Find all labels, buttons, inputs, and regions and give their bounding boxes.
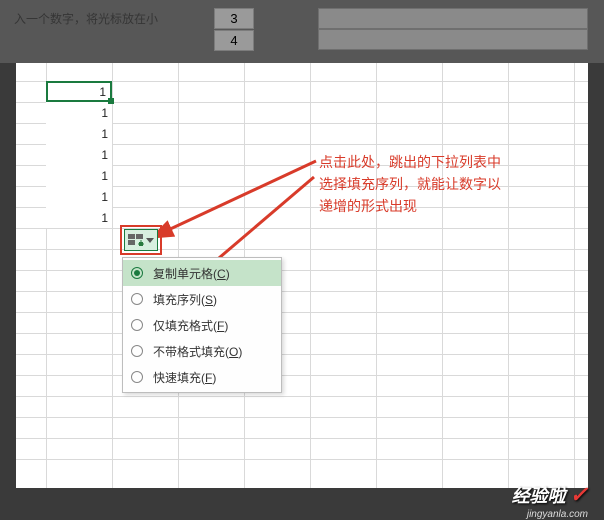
- gridline: [16, 270, 588, 271]
- cell-b5[interactable]: 1: [46, 165, 112, 186]
- cell-value: 1: [101, 211, 108, 225]
- menu-item-copy-cells[interactable]: 复制单元格(C): [123, 260, 281, 286]
- dropdown-arrow-icon: [146, 238, 154, 243]
- top-cell: [318, 29, 588, 50]
- autofill-options-button[interactable]: [124, 229, 158, 251]
- autofill-options-menu: 复制单元格(C) 填充序列(S) 仅填充格式(F) 不带格式填充(O) 快速填充…: [122, 257, 282, 393]
- menu-item-fill-format-only[interactable]: 仅填充格式(F): [123, 312, 281, 338]
- gridline: [574, 63, 575, 488]
- gridline: [112, 63, 113, 488]
- check-icon: ✓: [570, 482, 588, 508]
- radio-icon: [131, 319, 143, 331]
- cell-b2[interactable]: 1: [46, 102, 112, 123]
- gridline: [16, 396, 588, 397]
- cell-value: 1: [101, 148, 108, 162]
- gridline: [16, 291, 588, 292]
- menu-label: 填充序列(S): [153, 291, 217, 308]
- cell-value: 1: [99, 85, 106, 99]
- cell-b7[interactable]: 1: [46, 207, 112, 228]
- autofill-options-highlight: [120, 225, 162, 255]
- menu-label: 复制单元格(C): [153, 265, 230, 282]
- cell-b3[interactable]: 1: [46, 123, 112, 144]
- cell-value: 1: [101, 127, 108, 141]
- gridline: [16, 312, 588, 313]
- cell-b6[interactable]: 1: [46, 186, 112, 207]
- menu-item-flash-fill[interactable]: 快速填充(F): [123, 364, 281, 390]
- annotation-line3: 递增的形式出现: [319, 195, 501, 217]
- watermark-url: jingyanla.com: [527, 509, 588, 520]
- spreadsheet-area[interactable]: 1 1 1 1 1 1 1 复制单元格(C) 填充序列(S): [16, 63, 588, 488]
- cell-value: 1: [101, 190, 108, 204]
- menu-item-fill-without-format[interactable]: 不带格式填充(O): [123, 338, 281, 364]
- cell-value: 1: [101, 169, 108, 183]
- top-hint-text: 入一个数字，将光标放在小: [14, 12, 158, 26]
- row-header-4: 4: [214, 30, 254, 51]
- menu-item-fill-series[interactable]: 填充序列(S): [123, 286, 281, 312]
- menu-label: 仅填充格式(F): [153, 317, 228, 334]
- cell-b1-selected[interactable]: 1: [46, 81, 112, 102]
- radio-icon: [131, 293, 143, 305]
- top-cells-area: [318, 8, 588, 50]
- menu-label: 不带格式填充(O): [153, 343, 242, 360]
- radio-icon: [131, 345, 143, 357]
- gridline: [16, 354, 588, 355]
- gridline: [16, 228, 588, 229]
- menu-label: 快速填充(F): [153, 369, 216, 386]
- radio-icon: [131, 267, 143, 279]
- fill-handle-icon[interactable]: [108, 98, 114, 104]
- autofill-icon: [128, 234, 144, 246]
- cell-value: 1: [101, 106, 108, 120]
- gridline: [16, 333, 588, 334]
- watermark-brand: 经验啦 ✓: [512, 482, 588, 508]
- gridline: [16, 417, 588, 418]
- row-header-3: 3: [214, 8, 254, 29]
- gridline: [508, 63, 509, 488]
- annotation-line1: 点击此处，跳出的下拉列表中: [319, 151, 501, 173]
- watermark-text: 经验啦: [512, 482, 566, 508]
- gridline: [310, 63, 311, 488]
- gridline: [376, 63, 377, 488]
- gridline: [16, 249, 588, 250]
- top-cell: [318, 8, 588, 29]
- gridline: [16, 375, 588, 376]
- annotation-line2: 选择填充序列，就能让数字以: [319, 173, 501, 195]
- radio-icon: [131, 371, 143, 383]
- gridline: [16, 459, 588, 460]
- annotation-text: 点击此处，跳出的下拉列表中 选择填充序列，就能让数字以 递增的形式出现: [319, 151, 501, 217]
- gridline: [442, 63, 443, 488]
- cell-b4[interactable]: 1: [46, 144, 112, 165]
- gridline: [16, 438, 588, 439]
